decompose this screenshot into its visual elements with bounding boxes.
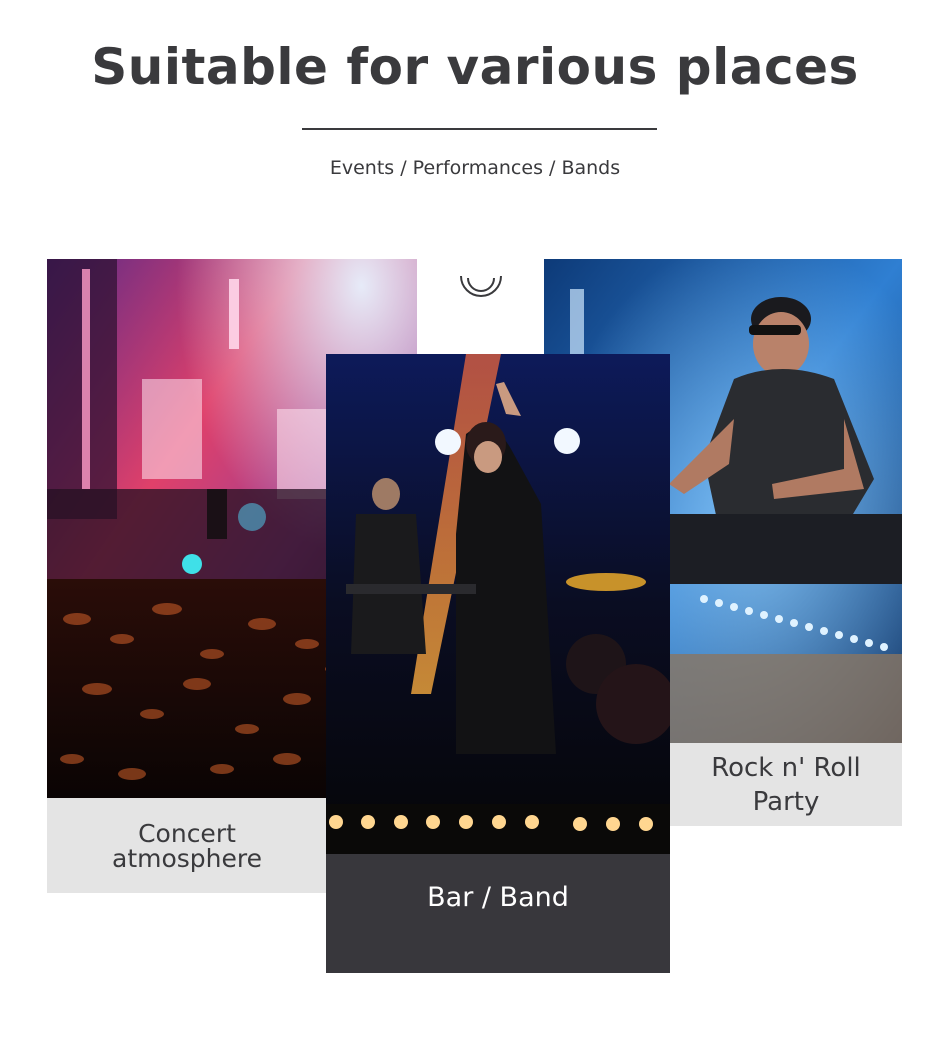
caption-concert-line1: Concert (138, 818, 236, 848)
caption-rock-party: Rock n' Roll Party (670, 743, 902, 826)
caption-concert: Concert atmosphere (47, 798, 327, 893)
title-divider (302, 128, 657, 130)
arc-icon (460, 275, 502, 297)
page-subtitle: Events / Performances / Bands (329, 157, 621, 179)
caption-bar-band: Bar / Band (326, 854, 670, 973)
card-bar-band: Bar / Band (326, 354, 670, 973)
caption-rock-line1: Rock n' Roll (711, 752, 861, 783)
caption-rock-line2: Party (752, 786, 820, 817)
page-title: Suitable for various places (91, 38, 859, 96)
singer-band-stage-photo (326, 354, 670, 854)
caption-concert-line2: atmosphere (112, 843, 262, 873)
